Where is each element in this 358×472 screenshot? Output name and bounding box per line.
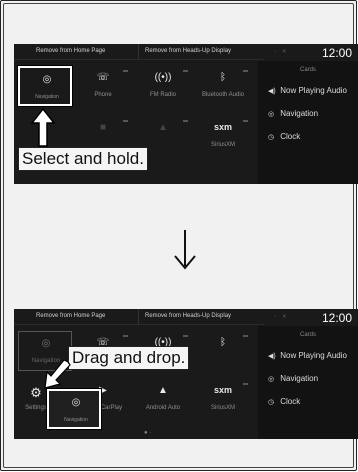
remove-hud-button[interactable]: Remove from Heads-Up Display [145,313,231,319]
remove-home-button[interactable]: Remove from Home Page [36,313,105,319]
card-label: Navigation [280,374,319,383]
card-label: Now Playing Audio [280,86,347,95]
page-indicator: ● · [144,430,152,436]
clock-icon: ◷ [268,399,275,406]
tile-label: FM Radio [149,92,176,98]
card-label: Navigation [280,109,319,118]
cards-title: Cards [299,67,316,73]
status-bar: ◦ ✕ 12:00 [258,309,358,327]
remove-dash[interactable] [183,335,188,337]
remove-dash[interactable] [243,70,248,72]
clock-icon: ◷ [268,134,275,141]
tile-bluetooth-audio[interactable]: ᛒ Bluetooth Audio [196,66,250,106]
tile-label: SiriusXM [210,142,235,148]
edit-topbar: Remove from Home Page Remove from Heads-… [14,309,264,325]
tile-fm-radio[interactable]: ((•)) FM Radio [136,66,190,106]
placeholder-icon: ▲ [158,122,168,133]
remove-dash[interactable] [243,120,248,122]
tile-phone[interactable]: ☏ Phone [76,66,130,106]
callout-select-hold: Select and hold. [18,147,148,171]
sxm-logo: sxm [213,122,232,132]
card-now-playing[interactable]: ◀) Now Playing Audio [268,86,347,95]
cards-panel: Cards ◀) Now Playing Audio ◎ Navigation … [258,326,358,439]
phone-icon: ☏ [96,72,110,83]
edit-topbar: Remove from Home Page Remove from Heads-… [14,44,264,60]
callout-drag-drop: Drag and drop. [68,346,190,370]
navigation-icon: ◎ [71,397,81,408]
tile-siriusxm[interactable]: sxm SiriusXM [196,379,250,419]
sxm-logo: sxm [213,385,232,395]
dragged-tile-navigation[interactable]: ◎ Navigation [46,388,102,430]
remove-dash[interactable] [123,335,128,337]
cards-title: Cards [299,332,316,338]
card-clock[interactable]: ◷ Clock [268,397,300,406]
remove-dash[interactable] [183,120,188,122]
tile-navigation[interactable]: ◎ Navigation [17,65,73,107]
card-navigation[interactable]: ◎ Navigation [268,374,318,383]
remove-hud-button[interactable]: Remove from Heads-Up Display [145,48,231,54]
speaker-icon: ◀) [268,353,276,360]
navigation-icon: ◎ [268,111,275,118]
card-navigation[interactable]: ◎ Navigation [268,109,318,118]
down-arrow-icon [174,230,196,270]
bluetooth-icon: ᛒ [220,72,226,83]
card-label: Now Playing Audio [280,351,347,360]
radio-icon: ((•)) [154,72,172,83]
system-icons: ◦ ✕ [274,49,289,55]
card-now-playing[interactable]: ◀) Now Playing Audio [268,351,347,360]
diagonal-arrow-icon [44,360,71,389]
placeholder-icon: ■ [99,122,107,133]
navigation-icon: ◎ [268,376,275,383]
clock-time: 12:00 [322,311,353,325]
android-auto-icon: ▲ [158,385,168,396]
navigation-icon: ◎ [41,338,51,349]
remove-dash[interactable] [123,120,128,122]
tile-label: Navigation [64,417,88,423]
clock-time: 12:00 [322,46,353,60]
cards-panel: Cards ◀) Now Playing Audio ◎ Navigation … [258,61,358,184]
divider [138,309,139,324]
speaker-icon: ◀) [268,88,276,95]
remove-dash[interactable] [183,70,188,72]
tile-label: SiriusXM [210,405,235,411]
card-label: Clock [280,132,301,141]
remove-dash[interactable] [123,70,128,72]
tile-siriusxm[interactable]: sxm SiriusXM [196,116,250,156]
tile-android-auto[interactable]: ▲ Android Auto [136,379,190,419]
card-clock[interactable]: ◷ Clock [268,132,300,141]
remove-dash[interactable] [243,335,248,337]
bluetooth-icon: ᛒ [220,337,226,348]
status-bar: ◦ ✕ 12:00 [258,44,358,62]
tile-label: Navigation [35,94,59,100]
divider [138,44,139,59]
card-label: Clock [280,397,301,406]
remove-home-button[interactable]: Remove from Home Page [36,48,105,54]
up-arrow-icon [30,108,56,147]
tile-label: Android Auto [145,405,181,411]
navigation-icon: ◎ [42,74,52,85]
tile-bluetooth-audio[interactable]: ᛒ [196,331,250,371]
remove-dash[interactable] [243,383,248,385]
system-icons: ◦ ✕ [274,314,289,320]
tile-label: Bluetooth Audio [201,92,245,98]
tile-label: Phone [94,92,112,98]
